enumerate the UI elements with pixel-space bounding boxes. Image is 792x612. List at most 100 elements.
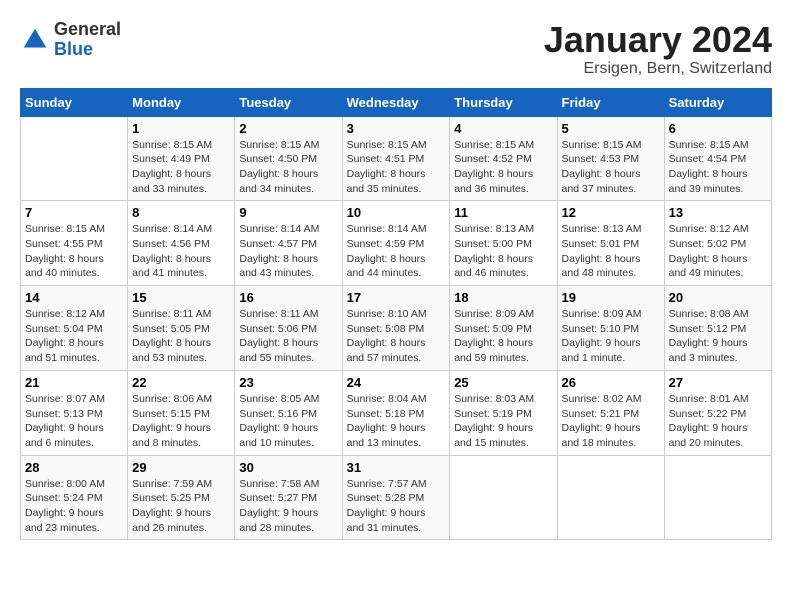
- day-number: 17: [347, 290, 446, 305]
- day-info: Sunrise: 8:14 AMSunset: 4:59 PMDaylight:…: [347, 222, 446, 281]
- day-cell: 28Sunrise: 8:00 AMSunset: 5:24 PMDayligh…: [21, 455, 128, 540]
- day-cell: 24 Sunrise: 8:04 AMSunset: 5:18 PMDayligh…: [342, 370, 450, 455]
- day-info: Sunrise: 8:13 AMSunset: 5:00 PMDaylight:…: [454, 222, 552, 281]
- week-row-1: 1 Sunrise: 8:15 AMSunset: 4:49 PMDaylight…: [21, 116, 772, 201]
- day-cell: 18 Sunrise: 8:09 AMSunset: 5:09 PMDayligh…: [450, 286, 557, 371]
- day-cell: 3 Sunrise: 8:15 AMSunset: 4:51 PMDaylight…: [342, 116, 450, 201]
- day-number: 16: [239, 290, 337, 305]
- logo: General Blue: [20, 20, 121, 60]
- header: General Blue January 2024 Ersigen, Bern,…: [20, 20, 772, 78]
- day-info: Sunrise: 8:15 AMSunset: 4:51 PMDaylight:…: [347, 138, 446, 197]
- day-number: 30: [239, 460, 337, 475]
- day-info: Sunrise: 8:09 AMSunset: 5:09 PMDaylight:…: [454, 307, 552, 366]
- day-info: Sunrise: 8:13 AMSunset: 5:01 PMDaylight:…: [562, 222, 660, 281]
- day-info: Sunrise: 8:15 AMSunset: 4:49 PMDaylight:…: [132, 138, 230, 197]
- day-number: 20: [669, 290, 767, 305]
- day-info: Sunrise: 8:14 AMSunset: 4:56 PMDaylight:…: [132, 222, 230, 281]
- week-row-4: 21 Sunrise: 8:07 AMSunset: 5:13 PMDayligh…: [21, 370, 772, 455]
- header-tuesday: Tuesday: [235, 88, 342, 116]
- day-number: 18: [454, 290, 552, 305]
- day-cell: 16 Sunrise: 8:11 AMSunset: 5:06 PMDayligh…: [235, 286, 342, 371]
- day-info: Sunrise: 8:11 AMSunset: 5:05 PMDaylight:…: [132, 307, 230, 366]
- day-number: 25: [454, 375, 552, 390]
- logo-text: General Blue: [54, 20, 121, 60]
- day-number: 1: [132, 121, 230, 136]
- day-number: 26: [562, 375, 660, 390]
- header-saturday: Saturday: [664, 88, 771, 116]
- day-info: Sunrise: 8:04 AMSunset: 5:18 PMDaylight:…: [347, 392, 446, 451]
- header-monday: Monday: [128, 88, 235, 116]
- day-cell: 12Sunrise: 8:13 AMSunset: 5:01 PMDayligh…: [557, 201, 664, 286]
- day-number: 24: [347, 375, 446, 390]
- day-number: 8: [132, 205, 230, 220]
- day-cell: 1 Sunrise: 8:15 AMSunset: 4:49 PMDaylight…: [128, 116, 235, 201]
- day-number: 21: [25, 375, 123, 390]
- day-info: Sunrise: 8:10 AMSunset: 5:08 PMDaylight:…: [347, 307, 446, 366]
- day-cell: 8 Sunrise: 8:14 AMSunset: 4:56 PMDaylight…: [128, 201, 235, 286]
- day-info: Sunrise: 8:15 AMSunset: 4:54 PMDaylight:…: [669, 138, 767, 197]
- day-info: Sunrise: 8:12 AMSunset: 5:04 PMDaylight:…: [25, 307, 123, 366]
- day-number: 14: [25, 290, 123, 305]
- day-cell: 27Sunrise: 8:01 AMSunset: 5:22 PMDayligh…: [664, 370, 771, 455]
- week-row-5: 28Sunrise: 8:00 AMSunset: 5:24 PMDayligh…: [21, 455, 772, 540]
- day-cell: 11 Sunrise: 8:13 AMSunset: 5:00 PMDayligh…: [450, 201, 557, 286]
- day-info: Sunrise: 8:09 AMSunset: 5:10 PMDaylight:…: [562, 307, 660, 366]
- month-title: January 2024: [544, 20, 772, 60]
- title-area: January 2024 Ersigen, Bern, Switzerland: [544, 20, 772, 78]
- day-info: Sunrise: 8:15 AMSunset: 4:53 PMDaylight:…: [562, 138, 660, 197]
- week-row-2: 7 Sunrise: 8:15 AMSunset: 4:55 PMDaylight…: [21, 201, 772, 286]
- day-info: Sunrise: 8:03 AMSunset: 5:19 PMDaylight:…: [454, 392, 552, 451]
- day-info: Sunrise: 8:08 AMSunset: 5:12 PMDaylight:…: [669, 307, 767, 366]
- header-thursday: Thursday: [450, 88, 557, 116]
- day-number: 29: [132, 460, 230, 475]
- day-info: Sunrise: 8:01 AMSunset: 5:22 PMDaylight:…: [669, 392, 767, 451]
- day-cell: 17 Sunrise: 8:10 AMSunset: 5:08 PMDayligh…: [342, 286, 450, 371]
- logo-icon: [20, 25, 50, 55]
- day-cell: 13Sunrise: 8:12 AMSunset: 5:02 PMDayligh…: [664, 201, 771, 286]
- day-number: 22: [132, 375, 230, 390]
- day-number: 13: [669, 205, 767, 220]
- day-info: Sunrise: 8:15 AMSunset: 4:52 PMDaylight:…: [454, 138, 552, 197]
- day-info: Sunrise: 7:57 AMSunset: 5:28 PMDaylight:…: [347, 477, 446, 536]
- logo-general: General: [54, 19, 121, 39]
- calendar-table: SundayMondayTuesdayWednesdayThursdayFrid…: [20, 88, 772, 541]
- day-info: Sunrise: 7:58 AMSunset: 5:27 PMDaylight:…: [239, 477, 337, 536]
- day-cell: 25 Sunrise: 8:03 AMSunset: 5:19 PMDayligh…: [450, 370, 557, 455]
- day-info: Sunrise: 8:00 AMSunset: 5:24 PMDaylight:…: [25, 477, 123, 536]
- day-number: 5: [562, 121, 660, 136]
- day-cell: 21 Sunrise: 8:07 AMSunset: 5:13 PMDayligh…: [21, 370, 128, 455]
- day-number: 11: [454, 205, 552, 220]
- day-info: Sunrise: 8:07 AMSunset: 5:13 PMDaylight:…: [25, 392, 123, 451]
- day-cell: [450, 455, 557, 540]
- day-cell: 29Sunrise: 7:59 AMSunset: 5:25 PMDayligh…: [128, 455, 235, 540]
- day-number: 7: [25, 205, 123, 220]
- day-info: Sunrise: 8:15 AMSunset: 4:55 PMDaylight:…: [25, 222, 123, 281]
- day-cell: 6 Sunrise: 8:15 AMSunset: 4:54 PMDaylight…: [664, 116, 771, 201]
- day-cell: 5 Sunrise: 8:15 AMSunset: 4:53 PMDaylight…: [557, 116, 664, 201]
- day-cell: 20 Sunrise: 8:08 AMSunset: 5:12 PMDayligh…: [664, 286, 771, 371]
- day-number: 3: [347, 121, 446, 136]
- day-info: Sunrise: 8:11 AMSunset: 5:06 PMDaylight:…: [239, 307, 337, 366]
- header-wednesday: Wednesday: [342, 88, 450, 116]
- day-info: Sunrise: 8:14 AMSunset: 4:57 PMDaylight:…: [239, 222, 337, 281]
- day-cell: [21, 116, 128, 201]
- day-cell: 14 Sunrise: 8:12 AMSunset: 5:04 PMDayligh…: [21, 286, 128, 371]
- day-number: 6: [669, 121, 767, 136]
- header-sunday: Sunday: [21, 88, 128, 116]
- day-cell: 2 Sunrise: 8:15 AMSunset: 4:50 PMDaylight…: [235, 116, 342, 201]
- day-cell: 9Sunrise: 8:14 AMSunset: 4:57 PMDaylight…: [235, 201, 342, 286]
- days-header-row: SundayMondayTuesdayWednesdayThursdayFrid…: [21, 88, 772, 116]
- location: Ersigen, Bern, Switzerland: [544, 60, 772, 78]
- day-cell: 30 Sunrise: 7:58 AMSunset: 5:27 PMDayligh…: [235, 455, 342, 540]
- day-number: 4: [454, 121, 552, 136]
- day-number: 19: [562, 290, 660, 305]
- day-cell: 19 Sunrise: 8:09 AMSunset: 5:10 PMDayligh…: [557, 286, 664, 371]
- day-cell: 4 Sunrise: 8:15 AMSunset: 4:52 PMDaylight…: [450, 116, 557, 201]
- day-info: Sunrise: 8:05 AMSunset: 5:16 PMDaylight:…: [239, 392, 337, 451]
- day-cell: 31Sunrise: 7:57 AMSunset: 5:28 PMDayligh…: [342, 455, 450, 540]
- day-info: Sunrise: 8:15 AMSunset: 4:50 PMDaylight:…: [239, 138, 337, 197]
- day-cell: 26Sunrise: 8:02 AMSunset: 5:21 PMDayligh…: [557, 370, 664, 455]
- day-number: 2: [239, 121, 337, 136]
- day-cell: 10Sunrise: 8:14 AMSunset: 4:59 PMDayligh…: [342, 201, 450, 286]
- day-info: Sunrise: 8:06 AMSunset: 5:15 PMDaylight:…: [132, 392, 230, 451]
